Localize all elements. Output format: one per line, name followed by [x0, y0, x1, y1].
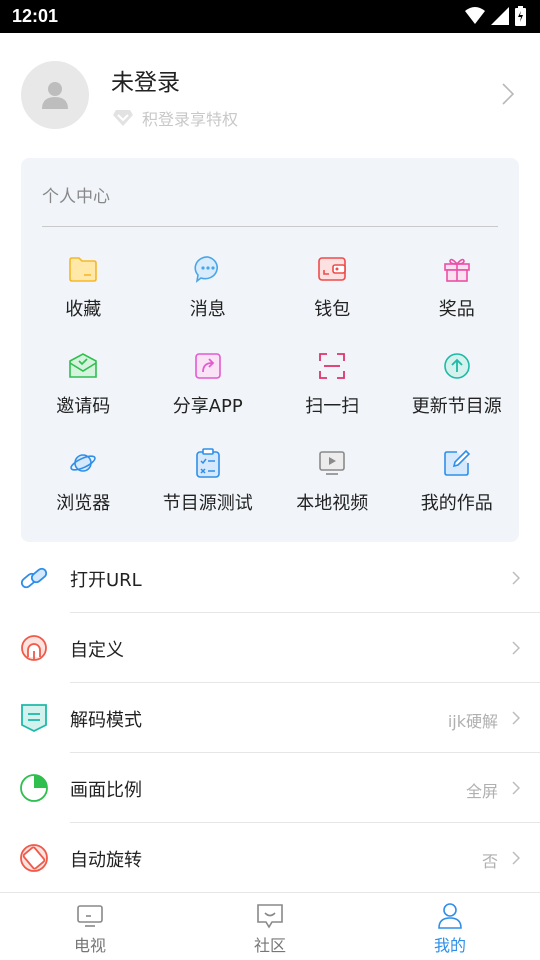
- grid-item-label: 我的作品: [420, 493, 493, 514]
- chevron-right-icon[interactable]: [502, 83, 514, 105]
- battery-icon: [515, 6, 526, 26]
- privilege-text: 积登录享特权: [142, 110, 239, 129]
- tab-label: 我的: [433, 936, 466, 955]
- login-status[interactable]: 未登录: [111, 63, 180, 97]
- divider: [42, 226, 498, 227]
- edit-icon: [443, 449, 470, 476]
- wifi-icon: [465, 7, 485, 24]
- link-icon: [20, 567, 48, 589]
- status-time: 12:01: [12, 6, 59, 26]
- personal-center-card: 个人中心 收藏 消息 钱包 奖品 邀请码 分享APP 扫一扫 更新节目源 浏览器…: [21, 158, 519, 542]
- invite-mail-icon: [69, 353, 98, 378]
- diamond-icon: [113, 110, 133, 126]
- grid-item-update-sources[interactable]: 更新节目源: [395, 345, 520, 442]
- custom-icon: [21, 635, 47, 661]
- pie-chart-icon: [20, 774, 48, 802]
- grid-item-label: 本地视频: [296, 493, 369, 514]
- settings-row-decode-mode[interactable]: 解码模式 ijk硬解: [0, 683, 540, 753]
- bottom-nav: 电视 社区 我的: [0, 892, 540, 960]
- settings-row-label: 自动旋转: [70, 850, 142, 871]
- grid-item-browser[interactable]: 浏览器: [21, 442, 146, 539]
- settings-row-custom[interactable]: 自定义: [0, 613, 540, 683]
- tv-icon: [77, 905, 103, 927]
- grid-item-label: 扫一扫: [305, 396, 360, 417]
- settings-row-value: 否: [481, 852, 498, 871]
- chevron-right-icon: [512, 851, 520, 865]
- clipboard-check-icon: [195, 448, 220, 478]
- settings-row-value: 全屏: [465, 782, 498, 801]
- settings-row-label: 解码模式: [70, 710, 142, 731]
- grid-item-favorites[interactable]: 收藏: [21, 248, 146, 345]
- rotate-icon: [20, 844, 48, 872]
- avatar[interactable]: [21, 61, 89, 129]
- grid-item-label: 节目源测试: [162, 493, 253, 514]
- tab-label: 社区: [253, 936, 286, 955]
- share-icon: [194, 353, 221, 379]
- decode-icon: [21, 704, 47, 733]
- upload-circle-icon: [443, 353, 470, 379]
- grid-item-invite-code[interactable]: 邀请码: [21, 345, 146, 442]
- signal-icon: [491, 7, 509, 25]
- grid-item-prizes[interactable]: 奖品: [395, 248, 520, 345]
- chevron-right-icon: [512, 781, 520, 795]
- chevron-right-icon: [512, 641, 520, 655]
- chevron-right-icon: [512, 711, 520, 725]
- message-icon: [194, 256, 218, 283]
- settings-row-label: 画面比例: [70, 780, 142, 801]
- settings-row-open-url[interactable]: 打开URL: [0, 543, 540, 613]
- grid-item-my-works[interactable]: 我的作品: [395, 442, 520, 539]
- personal-center-title: 个人中心: [42, 187, 110, 207]
- grid-item-label: 消息: [189, 299, 226, 320]
- grid-item-messages[interactable]: 消息: [146, 248, 271, 345]
- settings-row-value: ijk硬解: [447, 712, 498, 731]
- status-bar: 12:01: [0, 0, 540, 33]
- settings-row-label: 打开URL: [70, 570, 142, 591]
- grid-item-label: 收藏: [65, 299, 102, 320]
- grid-item-label: 分享APP: [172, 396, 243, 417]
- grid-item-source-test[interactable]: 节目源测试: [146, 442, 271, 539]
- tab-label: 电视: [73, 936, 106, 955]
- tab-mine[interactable]: 我的: [360, 893, 540, 960]
- settings-row-aspect-ratio[interactable]: 画面比例 全屏: [0, 753, 540, 823]
- personal-center-grid: 收藏 消息 钱包 奖品 邀请码 分享APP 扫一扫 更新节目源 浏览器 节目源测…: [21, 248, 519, 539]
- privilege-hint: 积登录享特权: [112, 106, 238, 130]
- settings-row-label: 自定义: [70, 640, 124, 661]
- video-icon: [319, 451, 346, 475]
- scan-icon: [319, 353, 346, 379]
- community-icon: [257, 904, 283, 929]
- grid-item-label: 奖品: [438, 299, 475, 320]
- chevron-right-icon: [512, 571, 520, 585]
- grid-item-scan[interactable]: 扫一扫: [270, 345, 395, 442]
- grid-item-label: 邀请码: [56, 396, 111, 417]
- grid-item-local-video[interactable]: 本地视频: [270, 442, 395, 539]
- grid-item-label: 浏览器: [56, 493, 111, 514]
- grid-item-wallet[interactable]: 钱包: [270, 248, 395, 345]
- tab-community[interactable]: 社区: [180, 893, 360, 960]
- settings-row-auto-rotate[interactable]: 自动旋转 否: [0, 823, 540, 893]
- planet-icon: [70, 454, 96, 472]
- settings-list: 打开URL 自定义 解码模式 ijk硬解 画面比例 全屏 自动旋转 否: [0, 543, 540, 893]
- grid-item-label: 更新节目源: [411, 396, 502, 417]
- grid-item-share-app[interactable]: 分享APP: [146, 345, 271, 442]
- status-icons: [465, 6, 526, 26]
- wallet-icon: [318, 257, 347, 281]
- person-icon: [42, 82, 68, 109]
- tab-tv[interactable]: 电视: [0, 893, 180, 960]
- grid-item-label: 钱包: [314, 299, 351, 320]
- user-icon: [438, 903, 462, 929]
- profile-header[interactable]: 未登录 积登录享特权: [0, 33, 540, 155]
- folder-icon: [69, 257, 98, 282]
- gift-icon: [443, 258, 470, 282]
